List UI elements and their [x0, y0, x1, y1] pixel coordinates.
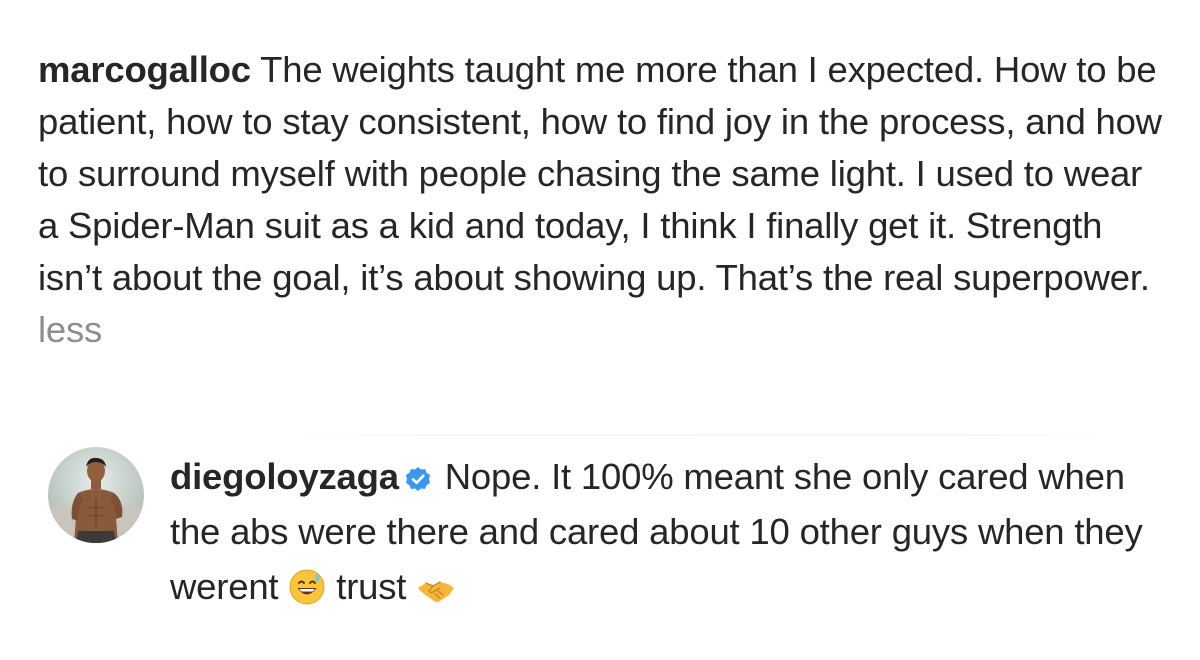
- caption-username[interactable]: marcogalloc: [38, 49, 251, 90]
- comment-item: diegoloyzaga Nope. It 100% meant she onl…: [40, 440, 1180, 640]
- avatar[interactable]: [48, 447, 144, 543]
- less-button[interactable]: less: [38, 309, 102, 350]
- verified-badge-icon: [405, 452, 431, 491]
- handshake-emoji: [416, 566, 456, 621]
- comment-username[interactable]: diegoloyzaga: [170, 456, 399, 497]
- grinning-sweat-face-emoji: [288, 566, 326, 621]
- comment-trust-text: trust: [336, 566, 407, 607]
- divider: [270, 434, 1130, 436]
- comment-body: diegoloyzaga Nope. It 100% meant she onl…: [170, 449, 1170, 621]
- post-caption: marcogalloc The weights taught me more t…: [38, 44, 1168, 356]
